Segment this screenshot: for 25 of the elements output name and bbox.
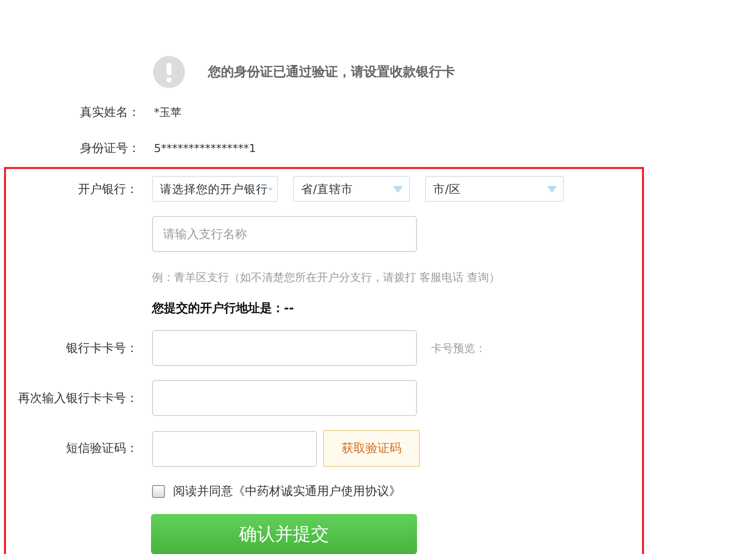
hint-text: 例：青羊区支行（如不清楚您所在开户分支行，请拨打 客服电话 查询） <box>152 270 500 284</box>
field-label: 银行卡卡号： <box>66 340 138 354</box>
field-label: 再次输入银行卡卡号： <box>18 390 138 404</box>
field-label: 身份证号： <box>80 140 140 154</box>
info-value: 5****************1 <box>154 142 256 154</box>
warning-icon <box>153 56 185 88</box>
checkbox[interactable] <box>152 484 165 498</box>
input-field[interactable] <box>152 380 417 416</box>
dropdown-arrow-icon <box>393 186 403 192</box>
agreement-text: 阅读并同意《中药材诚实通用户使用协议》 <box>173 482 401 500</box>
dropdown-arrow-icon <box>268 186 273 192</box>
input-field[interactable] <box>152 330 417 366</box>
preview-label: 卡号预览： <box>431 340 486 356</box>
select-dropdown[interactable]: 请选择您的开户银行 <box>152 176 278 202</box>
input-field[interactable] <box>152 430 317 466</box>
select-dropdown[interactable]: 省/直辖市 <box>293 176 410 202</box>
notice-text: 您的身份证已通过验证，请设置收款银行卡 <box>208 64 455 81</box>
field-label: 短信验证码： <box>66 441 138 455</box>
input-field[interactable]: 请输入支行名称 <box>152 216 417 252</box>
dropdown-arrow-icon <box>547 186 557 192</box>
field-label: 真实姓名： <box>80 104 140 118</box>
field-label: 开户银行： <box>78 182 138 196</box>
address-text: 您提交的开户行地址是：-- <box>152 300 294 316</box>
info-value: *玉苹 <box>154 104 182 120</box>
select-dropdown[interactable]: 市/区 <box>425 176 564 202</box>
